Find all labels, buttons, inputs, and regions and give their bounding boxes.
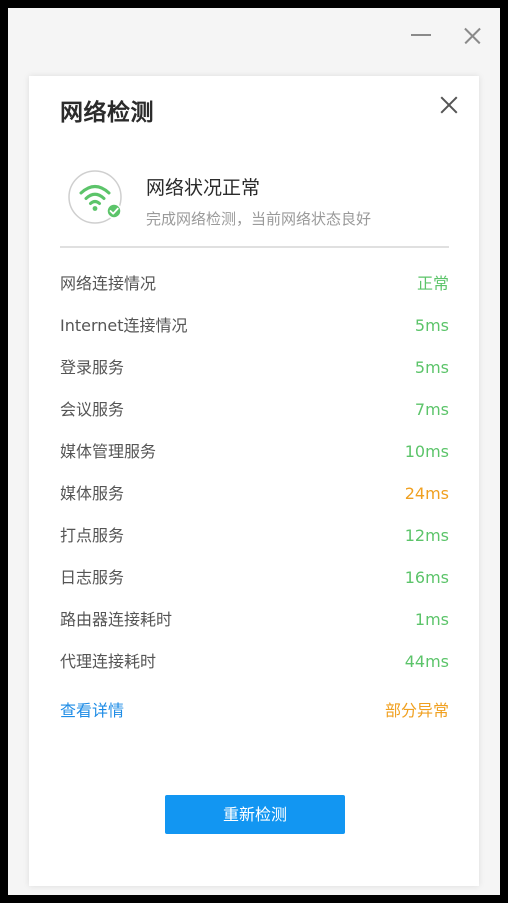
dialog-close-icon[interactable]: [437, 93, 461, 117]
row-label: 打点服务: [60, 526, 125, 545]
row-value: 7ms: [414, 400, 449, 419]
row-label: 登录服务: [60, 358, 125, 377]
list-item: 媒体服务 24ms: [60, 479, 449, 521]
list-item: 路由器连接耗时 1ms: [60, 605, 449, 647]
list-item: 网络连接情况 正常: [60, 269, 449, 311]
row-value: 5ms: [414, 316, 449, 335]
row-label: 路由器连接耗时: [60, 610, 173, 629]
retest-button[interactable]: 重新检测: [165, 795, 345, 834]
row-value: 12ms: [404, 526, 449, 545]
list-item: 日志服务 16ms: [60, 563, 449, 605]
list-item: 登录服务 5ms: [60, 353, 449, 395]
list-item: 媒体管理服务 10ms: [60, 437, 449, 479]
row-value: 16ms: [404, 568, 449, 587]
network-check-dialog: 网络检测 网络状况正常 完成网络检测，当前网络状态良好 网络连接情况 正常 Inte…: [29, 76, 479, 886]
row-value: 24ms: [404, 484, 449, 503]
row-value: 1ms: [414, 610, 449, 629]
row-label: 日志服务: [60, 568, 125, 587]
close-icon[interactable]: [460, 24, 484, 48]
status-title: 网络状况正常: [146, 177, 261, 199]
row-value: 10ms: [404, 442, 449, 461]
row-value: 5ms: [414, 358, 449, 377]
row-label: 网络连接情况: [60, 274, 157, 293]
row-value: 44ms: [404, 652, 449, 671]
divider: [60, 246, 449, 248]
status-subtitle: 完成网络检测，当前网络状态良好: [146, 210, 372, 228]
row-label: 会议服务: [60, 400, 125, 419]
row-label: Internet连接情况: [60, 316, 188, 335]
app-window: 网络检测 网络状况正常 完成网络检测，当前网络状态良好 网络连接情况 正常 Inte…: [8, 8, 500, 895]
row-label: 媒体服务: [60, 484, 125, 503]
row-label: 媒体管理服务: [60, 442, 157, 461]
list-item: 代理连接耗时 44ms: [60, 647, 449, 689]
list-item: 打点服务 12ms: [60, 521, 449, 563]
row-value: 正常: [416, 274, 449, 293]
wifi-check-icon: [67, 169, 129, 231]
list-item: 会议服务 7ms: [60, 395, 449, 437]
list-item: Internet连接情况 5ms: [60, 311, 449, 353]
minimize-icon[interactable]: [411, 34, 431, 36]
overall-status-text: 部分异常: [384, 701, 449, 720]
view-details-link[interactable]: 查看详情: [60, 696, 124, 726]
row-label: 代理连接耗时: [60, 652, 157, 671]
check-results-list: 网络连接情况 正常 Internet连接情况 5ms 登录服务 5ms 会议服务 7ms 媒体管…: [60, 269, 449, 689]
dialog-title: 网络检测: [60, 100, 154, 126]
